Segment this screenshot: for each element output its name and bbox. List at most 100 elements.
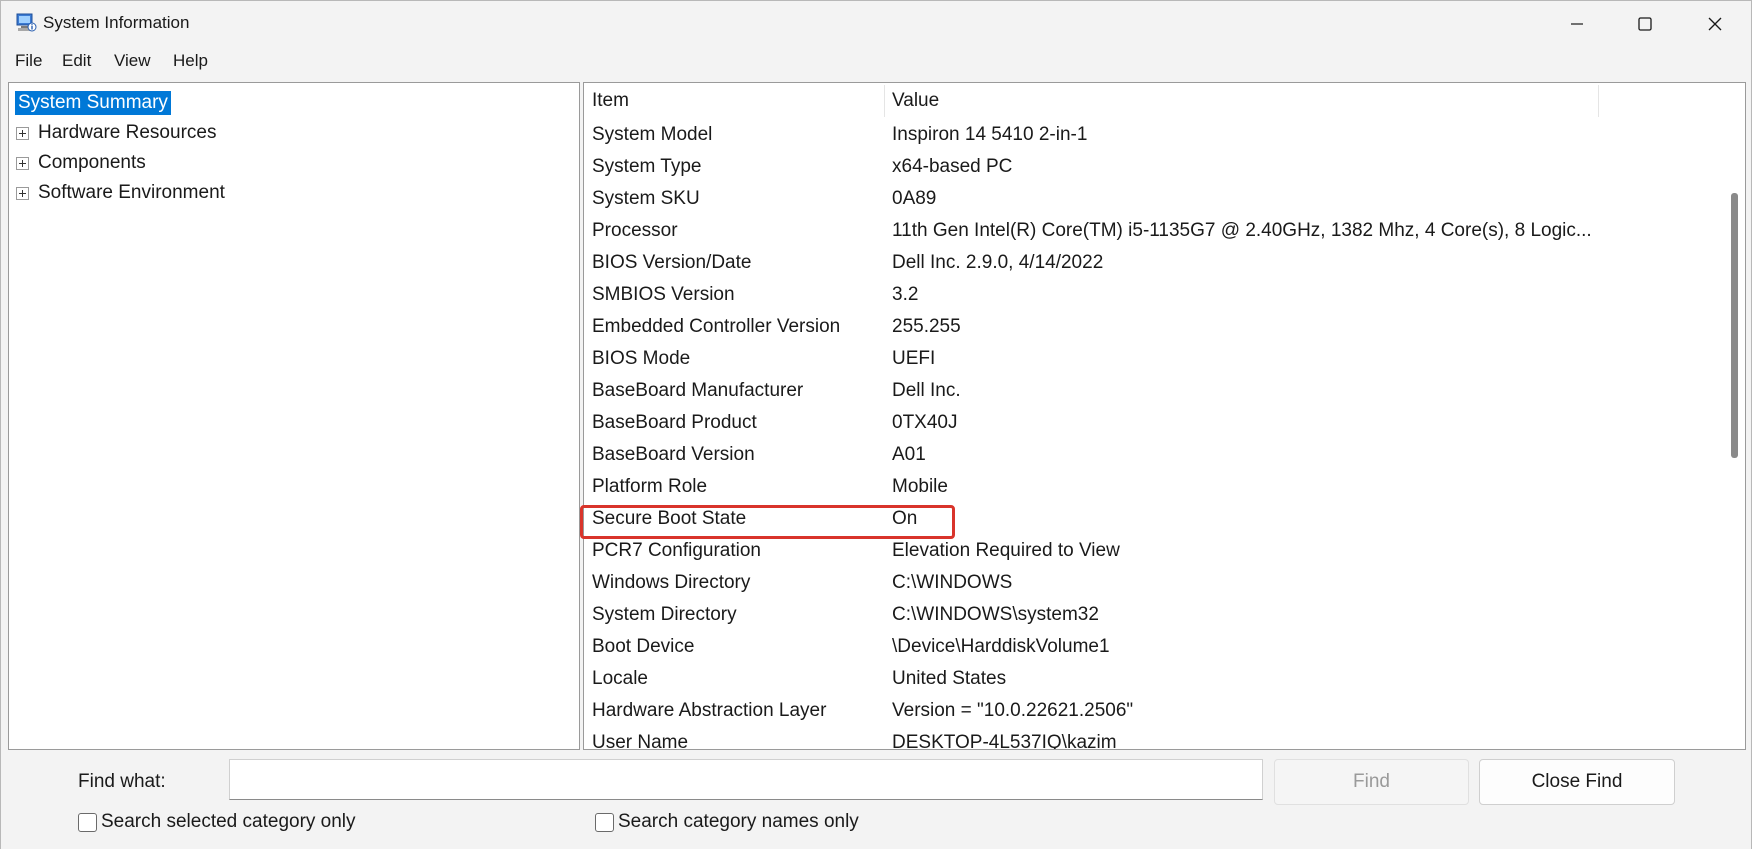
table-row[interactable]: System Model Inspiron 14 5410 2-in-1 bbox=[584, 119, 1724, 151]
row-item: Processor bbox=[592, 220, 678, 241]
table-row[interactable]: Locale United States bbox=[584, 663, 1724, 695]
window-title: System Information bbox=[43, 13, 190, 32]
table-row[interactable]: Secure Boot State On bbox=[584, 503, 1724, 535]
tree-item-label: System Summary bbox=[15, 91, 171, 115]
table-row[interactable]: BaseBoard Manufacturer Dell Inc. bbox=[584, 375, 1724, 407]
tree-item-label: Hardware Resources bbox=[38, 122, 217, 143]
row-value: Dell Inc. 2.9.0, 4/14/2022 bbox=[892, 252, 1104, 273]
table-row[interactable]: Processor 11th Gen Intel(R) Core(TM) i5-1… bbox=[584, 215, 1724, 247]
scrollbar-thumb[interactable] bbox=[1731, 193, 1738, 458]
table-row[interactable]: Platform Role Mobile bbox=[584, 471, 1724, 503]
table-row[interactable]: PCR7 Configuration Elevation Required to … bbox=[584, 535, 1724, 567]
column-header-value[interactable]: Value bbox=[892, 83, 939, 119]
tree-item-system-summary[interactable]: System Summary bbox=[15, 89, 171, 117]
tree-item-software-environment[interactable]: Software Environment bbox=[16, 179, 228, 207]
system-information-icon bbox=[16, 13, 37, 32]
row-value: UEFI bbox=[892, 348, 936, 369]
tree-item-components[interactable]: Components bbox=[16, 149, 149, 177]
search-category-names-checkbox[interactable] bbox=[595, 812, 614, 832]
row-value: x64-based PC bbox=[892, 156, 1013, 177]
row-value: Mobile bbox=[892, 476, 948, 497]
search-selected-category-checkbox-row[interactable]: Search selected category only bbox=[78, 811, 356, 833]
row-item: SMBIOS Version bbox=[592, 284, 735, 305]
row-value: Inspiron 14 5410 2-in-1 bbox=[892, 124, 1088, 145]
menu-view[interactable]: View bbox=[112, 51, 153, 71]
list-rows: System Model Inspiron 14 5410 2-in-1 Syste… bbox=[584, 119, 1724, 750]
table-row[interactable]: System SKU 0A89 bbox=[584, 183, 1724, 215]
table-row[interactable]: Windows Directory C:\WINDOWS bbox=[584, 567, 1724, 599]
row-value: Version = "10.0.22621.2506" bbox=[892, 700, 1134, 721]
row-value: 255.255 bbox=[892, 316, 961, 337]
list-header: Item Value bbox=[584, 83, 1724, 119]
find-bar: Find what: Find Close Find Search select… bbox=[1, 753, 1751, 849]
table-row[interactable]: BIOS Version/Date Dell Inc. 2.9.0, 4/14/2… bbox=[584, 247, 1724, 279]
row-item: System Model bbox=[592, 124, 713, 145]
tree-item-hardware-resources[interactable]: Hardware Resources bbox=[16, 119, 219, 147]
row-value: On bbox=[892, 508, 918, 529]
column-header-item[interactable]: Item bbox=[592, 83, 629, 119]
table-row[interactable]: BIOS Mode UEFI bbox=[584, 343, 1724, 375]
row-value: 0A89 bbox=[892, 188, 937, 209]
table-row[interactable]: BaseBoard Version A01 bbox=[584, 439, 1724, 471]
table-row[interactable]: BaseBoard Product 0TX40J bbox=[584, 407, 1724, 439]
row-item: Secure Boot State bbox=[592, 508, 747, 529]
table-row[interactable]: Boot Device \Device\HarddiskVolume1 bbox=[584, 631, 1724, 663]
row-item: User Name bbox=[592, 732, 689, 750]
find-what-input[interactable] bbox=[229, 759, 1263, 800]
search-selected-category-checkbox[interactable] bbox=[78, 812, 97, 832]
row-item: BaseBoard Version bbox=[592, 444, 755, 465]
row-value: DESKTOP-4L537IQ\kazim bbox=[892, 732, 1117, 750]
menu-bar: File Edit View Help bbox=[1, 46, 1751, 77]
menu-file[interactable]: File bbox=[13, 51, 44, 71]
vertical-scrollbar[interactable] bbox=[1724, 83, 1745, 749]
row-value: Dell Inc. bbox=[892, 380, 961, 401]
column-divider[interactable] bbox=[1598, 85, 1599, 117]
details-list[interactable]: Item Value System Model Inspiron 14 5410 … bbox=[583, 82, 1746, 750]
row-value: C:\WINDOWS\system32 bbox=[892, 604, 1099, 625]
find-what-label: Find what: bbox=[78, 771, 166, 792]
category-tree[interactable]: System Summary Hardware Resources Compon… bbox=[8, 82, 580, 750]
expand-plus-icon[interactable] bbox=[16, 156, 29, 170]
row-item: PCR7 Configuration bbox=[592, 540, 761, 561]
row-item: System Type bbox=[592, 156, 702, 177]
close-icon bbox=[1708, 17, 1722, 30]
row-item: Windows Directory bbox=[592, 572, 751, 593]
row-item: BaseBoard Manufacturer bbox=[592, 380, 804, 401]
table-row[interactable]: System Directory C:\WINDOWS\system32 bbox=[584, 599, 1724, 631]
row-item: Platform Role bbox=[592, 476, 708, 497]
table-row[interactable]: Hardware Abstraction Layer Version = "10.… bbox=[584, 695, 1724, 727]
table-row[interactable]: User Name DESKTOP-4L537IQ\kazim bbox=[584, 727, 1724, 750]
expand-plus-icon[interactable] bbox=[16, 126, 29, 140]
title-bar[interactable]: System Information bbox=[1, 1, 1751, 46]
maximize-button[interactable] bbox=[1611, 1, 1679, 46]
search-category-names-checkbox-row[interactable]: Search category names only bbox=[595, 811, 859, 833]
search-category-names-label: Search category names only bbox=[618, 811, 859, 832]
row-value: C:\WINDOWS bbox=[892, 572, 1013, 593]
minimize-icon bbox=[1571, 22, 1583, 25]
table-row[interactable]: System Type x64-based PC bbox=[584, 151, 1724, 183]
row-item: Embedded Controller Version bbox=[592, 316, 841, 337]
row-value: A01 bbox=[892, 444, 926, 465]
row-item: BaseBoard Product bbox=[592, 412, 757, 433]
row-value: 11th Gen Intel(R) Core(TM) i5-1135G7 @ 2… bbox=[892, 220, 1592, 241]
row-item: BIOS Version/Date bbox=[592, 252, 752, 273]
close-find-button[interactable]: Close Find bbox=[1479, 759, 1675, 805]
minimize-button[interactable] bbox=[1543, 1, 1611, 46]
maximize-icon bbox=[1638, 16, 1652, 31]
row-item: System SKU bbox=[592, 188, 700, 209]
row-item: Locale bbox=[592, 668, 648, 689]
expand-plus-icon[interactable] bbox=[16, 186, 29, 200]
menu-edit[interactable]: Edit bbox=[60, 51, 93, 71]
table-row[interactable]: Embedded Controller Version 255.255 bbox=[584, 311, 1724, 343]
tree-item-label: Components bbox=[38, 152, 146, 173]
find-button[interactable]: Find bbox=[1274, 759, 1469, 805]
row-item: Hardware Abstraction Layer bbox=[592, 700, 827, 721]
row-value: Elevation Required to View bbox=[892, 540, 1120, 561]
row-item: Boot Device bbox=[592, 636, 695, 657]
column-divider[interactable] bbox=[884, 85, 885, 117]
table-row[interactable]: SMBIOS Version 3.2 bbox=[584, 279, 1724, 311]
close-window-button[interactable] bbox=[1681, 1, 1749, 46]
row-value: 3.2 bbox=[892, 284, 919, 305]
menu-help[interactable]: Help bbox=[171, 51, 210, 71]
system-information-window: System Information File Edit View Help S… bbox=[0, 0, 1752, 849]
